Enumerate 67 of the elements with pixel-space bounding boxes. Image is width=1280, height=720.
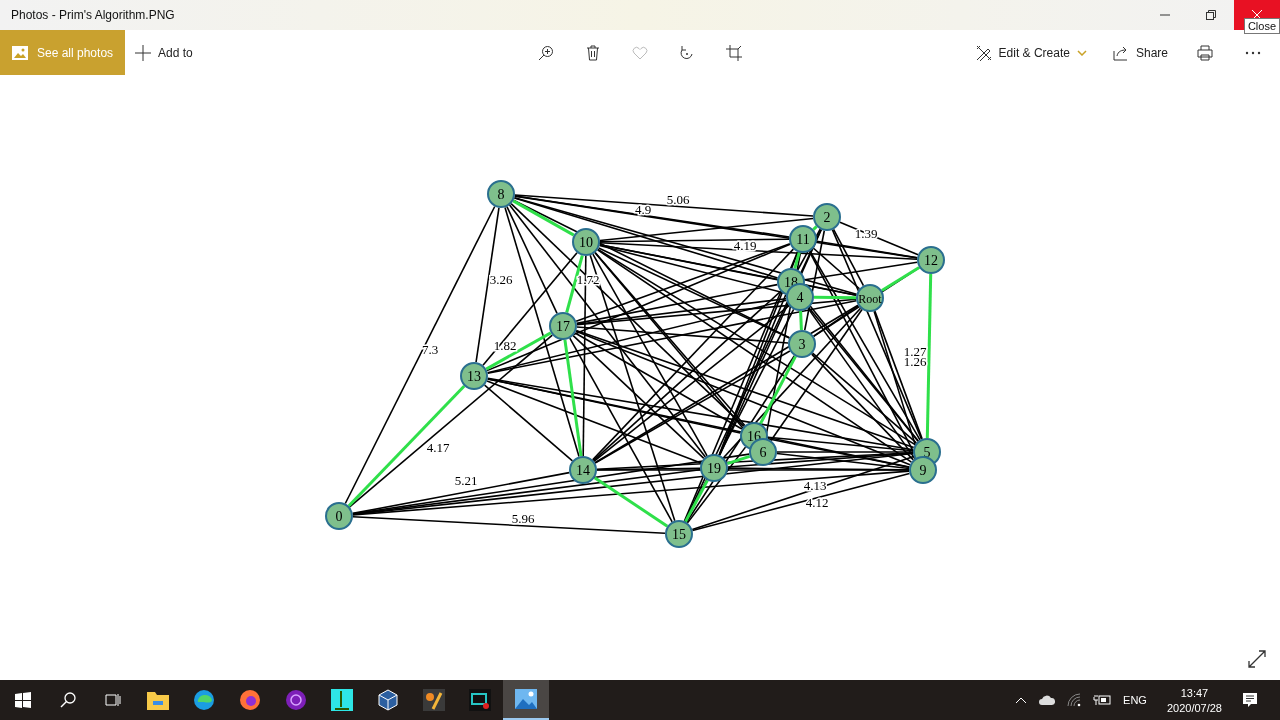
edge-weight: 1.27 <box>903 344 927 359</box>
pencil-app-icon <box>423 689 445 711</box>
task-view-icon[interactable] <box>105 692 121 708</box>
node-label: 17 <box>556 319 570 334</box>
edit-and-create-button[interactable]: Edit & Create <box>965 36 1097 69</box>
plus-icon <box>135 44 152 61</box>
share-icon <box>1112 44 1129 61</box>
node-label: 2 <box>823 210 831 225</box>
edge-weight: 3.26 <box>489 272 513 287</box>
node-label: 0 <box>335 509 343 524</box>
edge-weight: 4.17 <box>426 440 450 455</box>
node-label: 3 <box>798 337 806 352</box>
folder-icon <box>147 690 169 710</box>
browser-icon <box>193 689 215 711</box>
heart-icon <box>632 44 648 61</box>
expand-icon[interactable] <box>1248 650 1266 668</box>
node-label: 19 <box>707 461 721 476</box>
photos-icon <box>515 689 537 709</box>
windows-start-icon[interactable] <box>15 692 31 708</box>
edge-weight: 5.06 <box>666 192 690 207</box>
taskbar-app[interactable] <box>503 680 549 720</box>
node-label: 5 <box>923 445 931 460</box>
node-label: 12 <box>924 253 938 268</box>
node-label: 15 <box>672 527 686 542</box>
node-label: 9 <box>919 463 927 478</box>
chevron-icon <box>1076 49 1087 56</box>
share-button[interactable]: Share <box>1102 36 1178 69</box>
edge-weight: 4.9 <box>634 202 652 217</box>
fox-browser-icon <box>239 689 261 711</box>
add-to-button[interactable]: Add to <box>125 36 203 69</box>
language-indicator[interactable]: ENG <box>1123 694 1147 706</box>
zoom-icon <box>538 44 554 61</box>
node-label: 14 <box>576 463 590 478</box>
more-icon <box>1245 50 1261 55</box>
search-icon[interactable] <box>60 692 76 708</box>
edge-weight: 7.3 <box>421 342 439 357</box>
screen-recorder-icon <box>469 689 491 711</box>
clock-time[interactable]: 13:47 <box>1180 686 1209 699</box>
rotate-icon <box>679 44 695 61</box>
onion-icon <box>285 689 307 711</box>
window-title: Photos - Prim's Algorithm.PNG <box>10 8 176 22</box>
cloud-icon[interactable] <box>1039 695 1056 705</box>
notification-icon[interactable] <box>1242 692 1258 708</box>
edge-weight: 5.96 <box>511 511 535 526</box>
cube-icon <box>377 689 399 711</box>
restore-icon <box>1206 10 1216 20</box>
trash-icon <box>585 44 601 61</box>
node-label: 6 <box>759 445 767 460</box>
edge-weight: 4.19 <box>733 238 757 253</box>
app-icon <box>331 689 353 711</box>
printer-icon <box>1197 44 1213 61</box>
clock-date[interactable]: 2020/07/28 <box>1166 701 1222 714</box>
node-label: Root <box>858 292 882 306</box>
node-label: 10 <box>579 235 593 250</box>
battery-icon[interactable] <box>1093 694 1112 706</box>
node-label: 4 <box>796 290 804 305</box>
wifi-icon[interactable] <box>1067 693 1082 707</box>
chevron-up-icon[interactable] <box>1015 696 1028 704</box>
edit-icon <box>975 44 992 61</box>
crop-icon <box>726 44 742 61</box>
node-label: 8 <box>497 187 505 202</box>
node-label: 13 <box>467 369 481 384</box>
tooltip: Close <box>1243 18 1280 34</box>
image-icon <box>12 45 28 60</box>
node-label: 11 <box>796 232 810 247</box>
edge-weight: 5.21 <box>454 473 478 488</box>
edge-weight: 4.12 <box>805 495 829 510</box>
